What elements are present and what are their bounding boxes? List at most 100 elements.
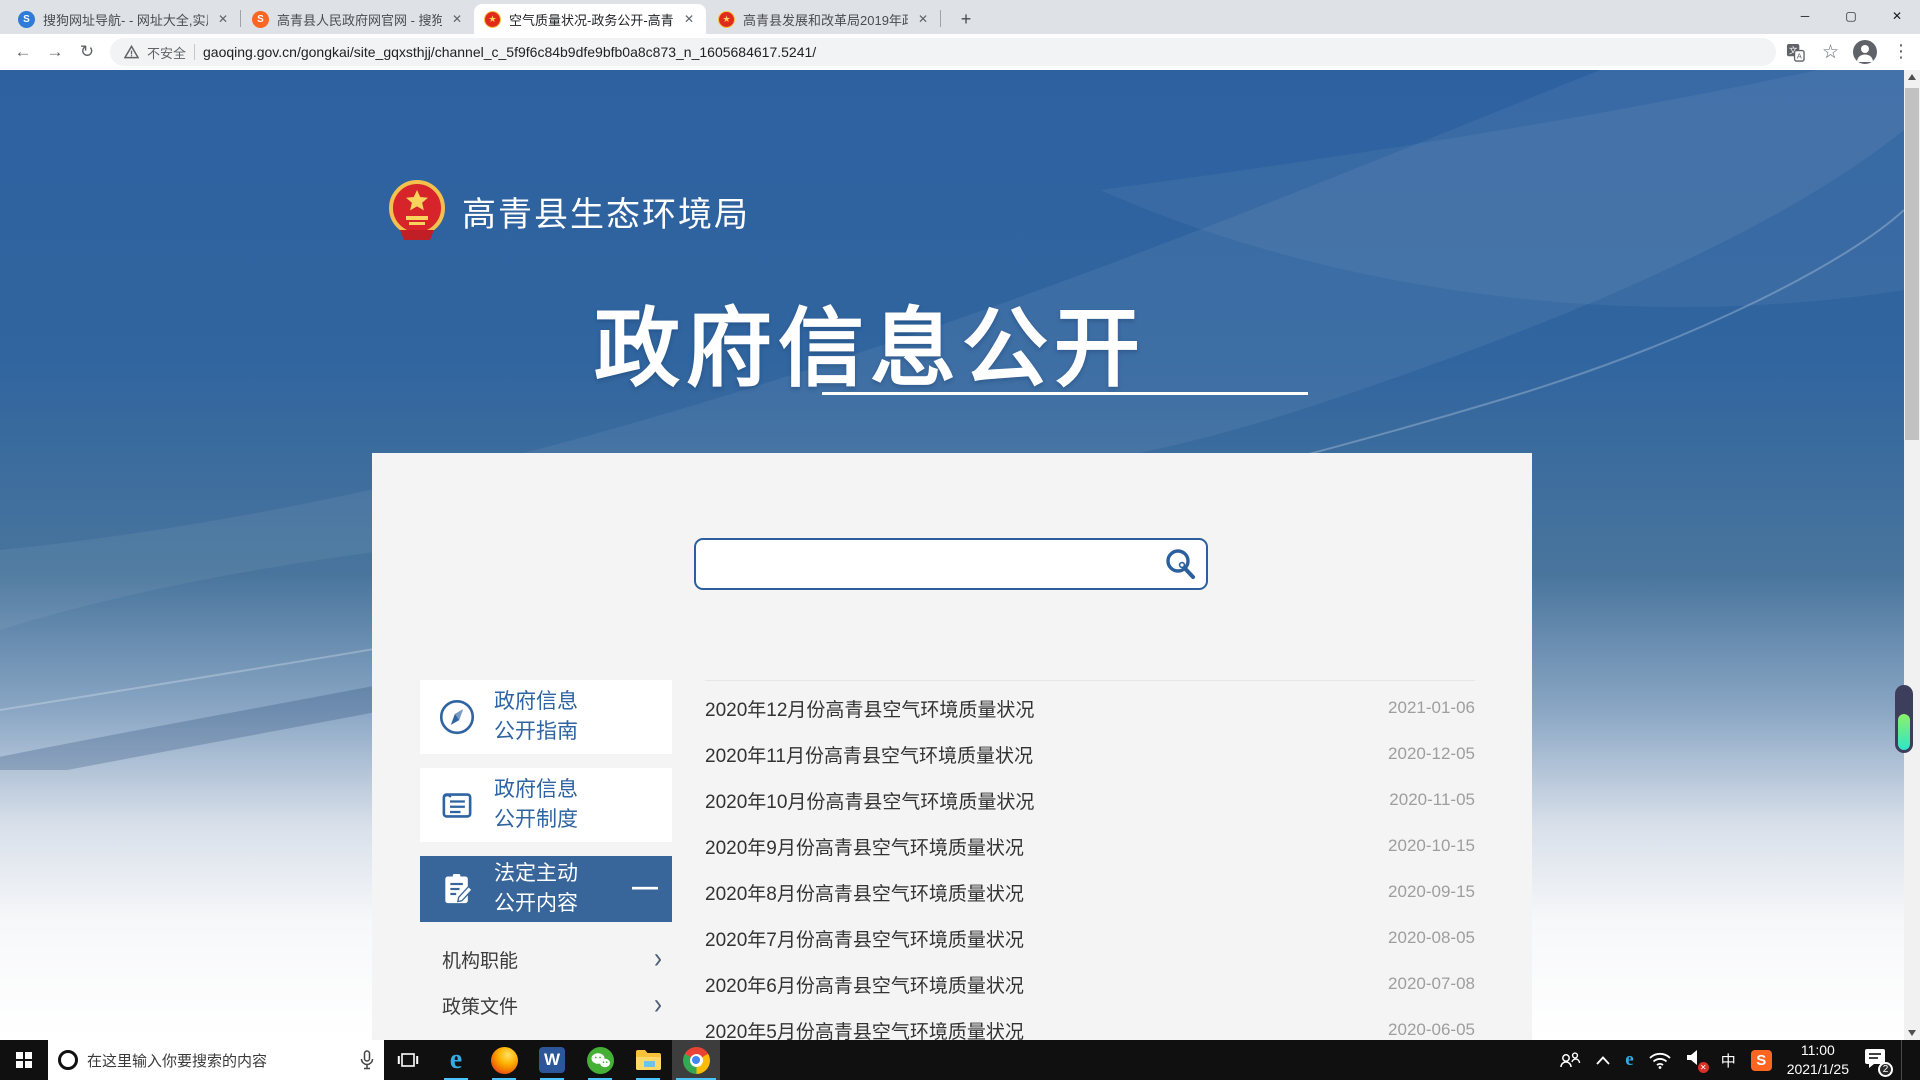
article-row[interactable]: 2020年6月份高青县空气环境质量状况 2020-07-08 bbox=[705, 961, 1475, 1007]
word-icon: W bbox=[539, 1047, 565, 1073]
article-title[interactable]: 2020年10月份高青县空气环境质量状况 bbox=[705, 787, 1034, 814]
tab-close-icon[interactable]: ✕ bbox=[216, 10, 230, 28]
article-row[interactable]: 2020年8月份高青县空气环境质量状况 2020-09-15 bbox=[705, 869, 1475, 915]
back-button[interactable]: ← bbox=[10, 39, 36, 65]
taskbar-app-wechat[interactable] bbox=[576, 1040, 624, 1080]
submenu-item-key-deployments[interactable]: 重要部署执行 › bbox=[420, 1028, 672, 1040]
site-name: 高青县生态环境局 bbox=[462, 195, 750, 234]
sidebar-item-disclosure-system[interactable]: 政府信息 公开制度 bbox=[420, 768, 672, 842]
taskbar-app-chrome[interactable] bbox=[672, 1040, 720, 1080]
article-title[interactable]: 2020年12月份高青县空气环境质量状况 bbox=[705, 695, 1034, 722]
tab-gov-site-search[interactable]: S 高青县人民政府网官网 - 搜狗搜 ✕ bbox=[242, 4, 474, 34]
progress-fill bbox=[1898, 714, 1910, 750]
article-row[interactable]: 2020年7月份高青县空气环境质量状况 2020-08-05 bbox=[705, 915, 1475, 961]
sogou-orange-favicon: S bbox=[252, 10, 269, 28]
article-row[interactable]: 2020年9月份高青县空气环境质量状况 2020-10-15 bbox=[705, 823, 1475, 869]
start-button[interactable] bbox=[0, 1040, 48, 1080]
sidebar-label: 公开内容 bbox=[494, 892, 578, 915]
clock-date: 2021/1/25 bbox=[1786, 1061, 1849, 1077]
tab-close-icon[interactable]: ✕ bbox=[682, 10, 696, 28]
page-scrollbar[interactable] bbox=[1904, 70, 1920, 1040]
sidebar-label: 公开指南 bbox=[494, 720, 578, 743]
cortana-icon bbox=[58, 1050, 78, 1070]
profile-avatar[interactable] bbox=[1853, 40, 1877, 64]
ime-indicator[interactable]: 中 bbox=[1721, 1050, 1736, 1071]
article-title[interactable]: 2020年5月份高青县空气环境质量状况 bbox=[705, 1017, 1024, 1041]
new-tab-button[interactable]: + bbox=[952, 5, 980, 33]
site-search-input[interactable] bbox=[694, 538, 1208, 590]
submenu-label: 政策文件 bbox=[442, 996, 519, 1018]
tab-close-icon[interactable]: ✕ bbox=[450, 10, 464, 28]
taskbar-app-firefox[interactable] bbox=[480, 1040, 528, 1080]
edge-icon: e bbox=[449, 1044, 463, 1075]
article-title[interactable]: 2020年9月份高青县空气环境质量状况 bbox=[705, 833, 1024, 860]
tab-separator bbox=[240, 10, 241, 27]
scrollbar-thumb[interactable] bbox=[1905, 88, 1919, 440]
security-label[interactable]: 不安全 bbox=[147, 43, 186, 62]
submenu-item-policy-documents[interactable]: 政策文件 › bbox=[420, 982, 672, 1028]
url-text[interactable]: gaoqing.gov.cn/gongkai/site_gqxsthjj/cha… bbox=[203, 44, 816, 60]
sidebar-nav: 政府信息 公开指南 政府信息 公开制度 法定主动 公开内容 — 机构职能 › 政… bbox=[420, 680, 672, 1040]
insecure-warning-icon bbox=[124, 45, 139, 59]
article-title[interactable]: 2020年8月份高青县空气环境质量状况 bbox=[705, 879, 1024, 906]
article-title[interactable]: 2020年6月份高青县空气环境质量状况 bbox=[705, 971, 1024, 998]
tab-air-quality-active[interactable]: ★ 空气质量状况-政务公开-高青县生 ✕ bbox=[474, 4, 706, 34]
microphone-icon[interactable] bbox=[360, 1050, 374, 1070]
scroll-down-arrow[interactable] bbox=[1908, 1030, 1916, 1036]
taskbar-app-explorer[interactable] bbox=[624, 1040, 672, 1080]
window-close-button[interactable]: ✕ bbox=[1874, 0, 1920, 33]
task-view-button[interactable] bbox=[384, 1040, 432, 1080]
address-bar[interactable]: 不安全 gaoqing.gov.cn/gongkai/site_gqxsthjj… bbox=[110, 38, 1776, 66]
tray-expand-chevron-icon[interactable] bbox=[1596, 1055, 1610, 1065]
taskbar-app-edge[interactable]: e bbox=[432, 1040, 480, 1080]
reload-button[interactable]: ↻ bbox=[74, 39, 100, 65]
chevron-right-icon: › bbox=[654, 988, 662, 1021]
article-title[interactable]: 2020年7月份高青县空气环境质量状况 bbox=[705, 925, 1024, 952]
translate-icon[interactable]: 文 A bbox=[1786, 43, 1805, 62]
scroll-progress-extension-pill[interactable] bbox=[1895, 685, 1913, 753]
national-emblem-favicon: ★ bbox=[718, 10, 735, 28]
article-title[interactable]: 2020年11月份高青县空气环境质量状况 bbox=[705, 741, 1033, 768]
chrome-icon bbox=[682, 1046, 710, 1074]
forward-button[interactable]: → bbox=[42, 39, 68, 65]
tab-sogou-nav[interactable]: S 搜狗网址导航- - 网址大全,实用 ✕ bbox=[8, 4, 240, 34]
document-icon bbox=[420, 784, 494, 826]
notification-center-button[interactable]: 2 bbox=[1864, 1048, 1893, 1077]
window-maximize-button[interactable]: ▢ bbox=[1828, 0, 1874, 33]
file-explorer-icon bbox=[635, 1050, 661, 1070]
people-icon[interactable] bbox=[1559, 1051, 1581, 1069]
mute-x-badge: ✕ bbox=[1697, 1062, 1709, 1073]
article-date: 2020-12-05 bbox=[1388, 744, 1475, 763]
article-row[interactable]: 2020年11月份高青县空气环境质量状况 2020-12-05 bbox=[705, 731, 1475, 777]
wifi-icon[interactable] bbox=[1649, 1052, 1671, 1069]
taskbar-search-box[interactable]: 在这里输入你要搜索的内容 bbox=[48, 1040, 384, 1080]
tab-close-icon[interactable]: ✕ bbox=[916, 10, 930, 28]
window-minimize-button[interactable]: ─ bbox=[1782, 0, 1828, 33]
sidebar-item-disclosure-guide[interactable]: 政府信息 公开指南 bbox=[420, 680, 672, 754]
article-date: 2020-10-15 bbox=[1388, 836, 1475, 855]
bookmark-star-icon[interactable]: ☆ bbox=[1822, 41, 1839, 64]
sidebar-item-statutory-disclosure[interactable]: 法定主动 公开内容 — bbox=[420, 856, 672, 922]
browser-menu-icon[interactable]: ⋮ bbox=[1892, 41, 1910, 62]
windows-logo-icon bbox=[16, 1052, 32, 1068]
taskbar-search-placeholder: 在这里输入你要搜索的内容 bbox=[87, 1052, 268, 1070]
collapse-minus-icon[interactable]: — bbox=[632, 871, 658, 902]
search-icon[interactable] bbox=[1162, 546, 1198, 582]
edge-tray-icon[interactable]: e bbox=[1625, 1049, 1633, 1071]
article-date: 2020-06-05 bbox=[1388, 1020, 1475, 1039]
browser-tab-strip: S 搜狗网址导航- - 网址大全,实用 ✕ S 高青县人民政府网官网 - 搜狗搜… bbox=[0, 0, 1920, 34]
taskbar-app-word[interactable]: W bbox=[528, 1040, 576, 1080]
taskbar-clock[interactable]: 11:00 2021/1/25 bbox=[1787, 1041, 1849, 1079]
sogou-tray-icon[interactable]: S bbox=[1750, 1049, 1772, 1071]
chevron-right-icon: › bbox=[654, 942, 662, 975]
system-tray: e ✕ 中 S 11:00 2021/1/25 2 bbox=[1559, 1040, 1920, 1080]
submenu-item-org-functions[interactable]: 机构职能 › bbox=[420, 936, 672, 982]
article-row[interactable]: 2020年10月份高青县空气环境质量状况 2020-11-05 bbox=[705, 777, 1475, 823]
browser-toolbar: ← → ↻ 不安全 gaoqing.gov.cn/gongkai/site_gq… bbox=[0, 34, 1920, 70]
article-row[interactable]: 2020年12月份高青县空气环境质量状况 2021-01-06 bbox=[705, 685, 1475, 731]
tab-development-bureau[interactable]: ★ 高青县发展和改革局2019年政府 ✕ bbox=[708, 4, 940, 34]
volume-muted-icon[interactable]: ✕ bbox=[1686, 1049, 1709, 1073]
show-desktop-button[interactable] bbox=[1901, 1040, 1906, 1080]
article-row[interactable]: 2020年5月份高青县空气环境质量状况 2020-06-05 bbox=[705, 1007, 1475, 1040]
scroll-up-arrow[interactable] bbox=[1908, 74, 1916, 80]
